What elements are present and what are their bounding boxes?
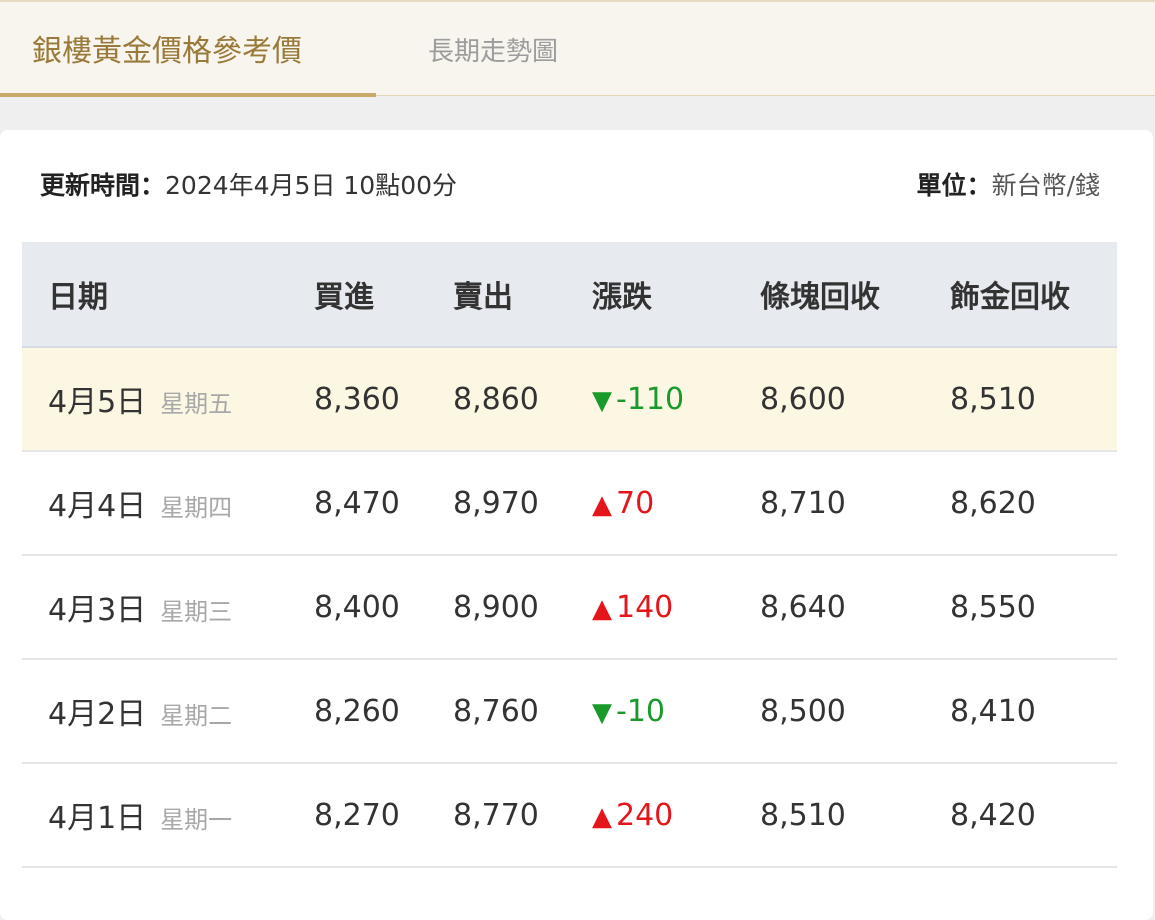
row-ornament-recycle: 8,410 (950, 693, 1036, 729)
row-bar-recycle: 8,510 (760, 797, 846, 833)
row-date: 4月5日 (48, 385, 147, 420)
row-bar-recycle: 8,600 (760, 381, 846, 417)
row-ornament-recycle: 8,510 (950, 381, 1036, 417)
update-time-value: 2024年4月5日 10點00分 (165, 171, 458, 200)
table-row: 4月3日 星期三 8,400 8,900 ▲ 140 8,640 8,550 (22, 556, 1117, 660)
row-change-value: 140 (616, 589, 674, 625)
row-bar-recycle: 8,500 (760, 693, 846, 729)
tab-long-term-trend-label: 長期走勢圖 (428, 37, 559, 67)
table-row: 4月4日 星期四 8,470 8,970 ▲ 70 8,710 8,620 (22, 452, 1117, 556)
update-time: 更新時間：2024年4月5日 10點00分 (40, 166, 457, 202)
row-change: ▲ 240 (592, 798, 760, 833)
table-header: 日期 買進 賣出 漲跌 條塊回收 飾金回收 (22, 242, 1117, 348)
tab-gold-reference-price[interactable]: 銀樓黃金價格參考價 (0, 2, 376, 97)
row-sell: 8,970 (453, 485, 539, 521)
triangle-up-icon: ▲ (592, 593, 612, 624)
row-bar-recycle: 8,640 (760, 589, 846, 625)
row-date-cell: 4月5日 星期五 (22, 377, 314, 421)
row-change: ▲ 140 (592, 590, 760, 625)
unit-value: 新台幣/錢 (991, 171, 1100, 200)
row-ornament-recycle: 8,420 (950, 797, 1036, 833)
row-change-value: -10 (616, 693, 665, 729)
row-buy: 8,270 (314, 797, 400, 833)
row-weekday: 星期一 (160, 806, 233, 834)
table-row: 4月2日 星期二 8,260 8,760 ▼ -10 8,500 8,410 (22, 660, 1117, 764)
row-change: ▲ 70 (592, 486, 760, 521)
row-bar-recycle: 8,710 (760, 485, 846, 521)
row-sell: 8,770 (453, 797, 539, 833)
triangle-up-icon: ▲ (592, 489, 612, 520)
row-weekday: 星期三 (160, 598, 233, 626)
header-change: 漲跌 (592, 280, 652, 315)
row-buy: 8,470 (314, 485, 400, 521)
triangle-up-icon: ▲ (592, 801, 612, 832)
row-buy: 8,400 (314, 589, 400, 625)
table-row: 4月1日 星期一 8,270 8,770 ▲ 240 8,510 8,420 (22, 764, 1117, 868)
unit-info: 單位：新台幣/錢 (917, 166, 1100, 202)
row-date: 4月1日 (48, 801, 147, 836)
update-time-label: 更新時間： (40, 171, 166, 200)
row-weekday: 星期四 (160, 494, 233, 522)
row-buy: 8,360 (314, 381, 400, 417)
row-change-value: -110 (616, 381, 685, 417)
row-change: ▼ -10 (592, 694, 760, 729)
row-date: 4月3日 (48, 593, 147, 628)
tab-long-term-trend[interactable]: 長期走勢圖 (428, 2, 558, 97)
row-weekday: 星期五 (160, 390, 233, 418)
row-date: 4月4日 (48, 489, 147, 524)
row-date-cell: 4月1日 星期一 (22, 793, 314, 837)
header-bar-recycle: 條塊回收 (760, 280, 880, 315)
unit-label: 單位： (916, 171, 992, 200)
row-date: 4月2日 (48, 697, 147, 732)
row-change-value: 70 (616, 485, 655, 521)
table-body: 4月5日 星期五 8,360 8,860 ▼ -110 8,600 8,510 4月4日 星期四 8… (22, 348, 1117, 868)
row-sell: 8,860 (453, 381, 539, 417)
row-sell: 8,760 (453, 693, 539, 729)
row-sell: 8,900 (453, 589, 539, 625)
row-date-cell: 4月3日 星期三 (22, 585, 314, 629)
row-date-cell: 4月2日 星期二 (22, 689, 314, 733)
row-change: ▼ -110 (592, 382, 760, 417)
header-date: 日期 (48, 280, 108, 315)
header-buy: 買進 (314, 280, 374, 315)
gold-price-table: 日期 買進 賣出 漲跌 條塊回收 飾金回收 4月5日 星期五 8,360 8,860 ▼… (22, 242, 1117, 868)
meta-row: 更新時間：2024年4月5日 10點00分 單位：新台幣/錢 (40, 166, 1100, 206)
row-ornament-recycle: 8,550 (950, 589, 1036, 625)
tab-bar: 銀樓黃金價格參考價 長期走勢圖 (0, 0, 1155, 97)
row-ornament-recycle: 8,620 (950, 485, 1036, 521)
row-change-value: 240 (616, 797, 674, 833)
triangle-down-icon: ▼ (592, 385, 612, 416)
tab-gold-reference-price-label: 銀樓黃金價格參考價 (32, 33, 302, 69)
header-ornament-recycle: 飾金回收 (950, 280, 1070, 315)
header-sell: 賣出 (453, 280, 513, 315)
row-date-cell: 4月4日 星期四 (22, 481, 314, 525)
triangle-down-icon: ▼ (592, 697, 612, 728)
row-buy: 8,260 (314, 693, 400, 729)
row-weekday: 星期二 (160, 702, 233, 730)
table-row: 4月5日 星期五 8,360 8,860 ▼ -110 8,600 8,510 (22, 348, 1117, 452)
